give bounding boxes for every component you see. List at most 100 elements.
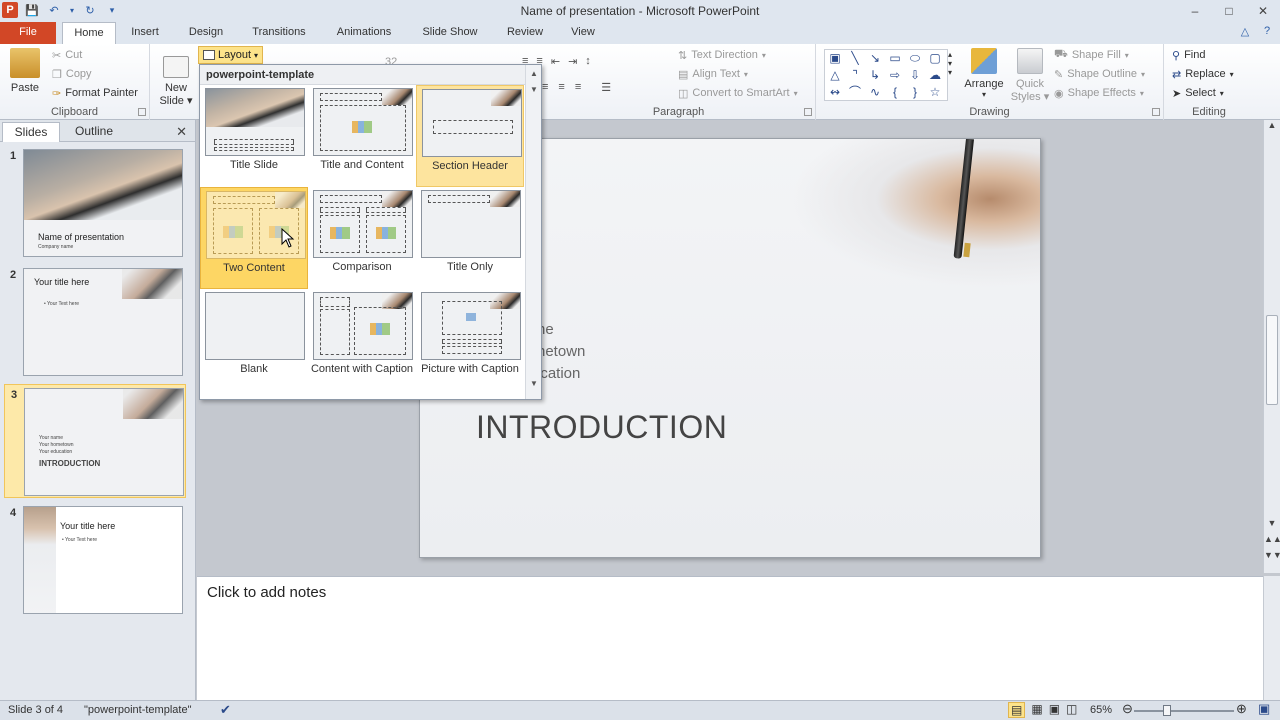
down-arrow-shape-icon[interactable]: ⇩ <box>905 67 925 84</box>
next-slide-icon[interactable]: ▼▼ <box>1264 550 1280 560</box>
arrange-button[interactable]: Arrange ▾ <box>962 48 1006 99</box>
minimize-button[interactable]: – <box>1178 0 1212 22</box>
tab-insert[interactable]: Insert <box>122 22 168 44</box>
tab-transitions[interactable]: Transitions <box>244 22 314 44</box>
increase-indent-icon[interactable]: ⇥ <box>568 55 577 68</box>
arrow-line-shape-icon[interactable]: ↘ <box>865 50 885 67</box>
slide-text-line[interactable]: netown <box>537 343 585 360</box>
tab-design[interactable]: Design <box>182 22 230 44</box>
decrease-indent-icon[interactable]: ⇤ <box>551 55 560 68</box>
help-icon[interactable]: ? <box>1260 25 1274 39</box>
zoom-slider-track[interactable] <box>1134 710 1234 712</box>
slide-heading[interactable]: INTRODUCTION <box>476 409 727 446</box>
layout-button[interactable]: Layout ▾ <box>198 46 264 64</box>
slide-text-line[interactable]: ication <box>537 365 580 382</box>
layout-picture-with-caption[interactable]: Picture with Caption <box>416 289 524 391</box>
tab-view[interactable]: View <box>560 22 606 44</box>
triangle-shape-icon[interactable]: △ <box>825 67 845 84</box>
new-slide-button[interactable]: New Slide ▾ <box>156 48 196 107</box>
right-arrow-shape-icon[interactable]: ⇨ <box>885 67 905 84</box>
right-brace-shape-icon[interactable]: } <box>905 84 925 101</box>
gallery-scrollbar[interactable]: ▲ ▼ ▼ <box>525 65 541 399</box>
elbow-connector-icon[interactable]: ⌝ <box>845 67 865 84</box>
notes-vertical-scrollbar[interactable] <box>1263 576 1280 700</box>
zoom-level[interactable]: 65% <box>1090 704 1112 716</box>
tab-home[interactable]: Home <box>62 22 116 44</box>
rounded-rect-shape-icon[interactable]: ▢ <box>925 50 945 67</box>
slide-thumbnail-1[interactable]: 1 Name of presentation Company name <box>4 146 186 260</box>
tab-file[interactable]: File <box>0 22 56 44</box>
paragraph-launcher-icon[interactable] <box>804 108 812 116</box>
line-shape-icon[interactable]: ╲ <box>845 50 865 67</box>
close-button[interactable]: ✕ <box>1246 0 1280 22</box>
scroll-up-icon[interactable]: ▲ <box>1264 120 1280 130</box>
tab-slides[interactable]: Slides <box>2 122 60 142</box>
cut-button[interactable]: ✂ Cut <box>52 46 82 64</box>
editor-vertical-scrollbar[interactable]: ▲ ▼ ▲▲ ▼▼ <box>1263 120 1280 573</box>
cloud-shape-icon[interactable]: ☁ <box>925 67 945 84</box>
freeform-shape-icon[interactable]: ∿ <box>865 84 885 101</box>
layout-section-header[interactable]: Section Header <box>416 85 524 187</box>
textbox-shape-icon[interactable]: ▣ <box>825 50 845 67</box>
notes-placeholder[interactable]: Click to add notes <box>207 584 326 601</box>
arc-shape-icon[interactable]: ⌒ <box>845 84 865 101</box>
scrollbar-thumb[interactable] <box>1266 315 1278 405</box>
zoom-in-icon[interactable]: ⊕ <box>1236 701 1247 717</box>
align-center-icon[interactable]: ≡ <box>542 81 548 93</box>
left-brace-shape-icon[interactable]: { <box>885 84 905 101</box>
clipboard-launcher-icon[interactable] <box>138 108 146 116</box>
slide-thumbnail-4[interactable]: 4 Your title here • Your Text here <box>4 503 186 617</box>
tab-slide-show[interactable]: Slide Show <box>414 22 486 44</box>
layout-comparison[interactable]: Comparison <box>308 187 416 289</box>
justify-icon[interactable]: ≡ <box>575 81 581 93</box>
columns-icon[interactable]: ☰ <box>601 81 611 94</box>
tab-review[interactable]: Review <box>500 22 550 44</box>
replace-button[interactable]: ⇄ Replace ▾ <box>1172 65 1234 83</box>
slide-thumbnail-2[interactable]: 2 Your title here • Your Text here <box>4 265 186 379</box>
quick-styles-button[interactable]: Quick Styles ▾ <box>1008 48 1052 103</box>
shapes-gallery[interactable]: ▣ ╲ ↘ ▭ ⬭ ▢ △ ⌝ ↳ ⇨ ⇩ ☁ ↭ ⌒ ∿ { } ☆ <box>824 49 948 101</box>
spell-check-icon[interactable]: ✔ <box>220 702 231 718</box>
star-shape-icon[interactable]: ☆ <box>925 84 945 101</box>
format-painter-button[interactable]: ✑ Format Painter <box>52 84 138 102</box>
copy-button[interactable]: ❐ Copy <box>52 65 92 83</box>
fit-to-window-icon[interactable]: ▣ <box>1258 701 1270 717</box>
previous-slide-icon[interactable]: ▲▲ <box>1264 534 1280 544</box>
normal-view-icon[interactable]: ▤ <box>1008 702 1026 718</box>
scroll-up-icon[interactable]: ▴ <box>948 50 952 59</box>
shape-fill-button[interactable]: ⛟ Shape Fill ▾ <box>1054 46 1129 64</box>
slide-sorter-icon[interactable]: ▦ <box>1031 702 1042 718</box>
tab-animations[interactable]: Animations <box>328 22 400 44</box>
scroll-down-icon[interactable]: ▼ <box>1264 518 1280 528</box>
slide-thumbnail-3[interactable]: 3 Your name Your hometown Your education… <box>4 384 186 498</box>
close-pane-icon[interactable]: ✕ <box>176 124 187 140</box>
zoom-slider-knob[interactable] <box>1163 705 1171 716</box>
layout-content-with-caption[interactable]: Content with Caption <box>308 289 416 391</box>
select-button[interactable]: ➤ Select ▾ <box>1172 84 1224 102</box>
maximize-button[interactable]: □ <box>1212 0 1246 22</box>
elbow-arrow-icon[interactable]: ↳ <box>865 67 885 84</box>
scroll-more-icon[interactable]: ▼ <box>526 379 542 388</box>
layout-title-slide[interactable]: Title Slide <box>200 85 308 187</box>
zoom-out-icon[interactable]: ⊖ <box>1122 701 1133 717</box>
minimize-ribbon-icon[interactable]: △ <box>1238 25 1252 39</box>
align-text-button[interactable]: ▤ Align Text ▾ <box>678 65 748 83</box>
align-right-icon[interactable]: ≡ <box>558 81 564 93</box>
slideshow-view-icon[interactable]: ◫ <box>1066 702 1077 718</box>
shape-outline-button[interactable]: ✎ Shape Outline ▾ <box>1054 65 1145 83</box>
find-button[interactable]: ⚲ Find <box>1172 46 1205 64</box>
line-spacing-icon[interactable]: ↕ <box>585 55 591 67</box>
reading-view-icon[interactable]: ▣ <box>1049 702 1060 718</box>
convert-smartart-button[interactable]: ◫ Convert to SmartArt ▾ <box>678 84 798 102</box>
scroll-up-icon[interactable]: ▲ <box>526 69 542 78</box>
shapes-scroll[interactable]: ▴ ▾ ▾ <box>948 50 952 77</box>
more-shapes-icon[interactable]: ▾ <box>948 68 952 77</box>
notes-pane[interactable]: Click to add notes <box>197 576 1263 700</box>
text-direction-button[interactable]: ⇅ Text Direction ▾ <box>678 46 766 64</box>
scroll-down-icon[interactable]: ▾ <box>948 59 952 68</box>
layout-title-only[interactable]: Title Only <box>416 187 524 289</box>
rectangle-shape-icon[interactable]: ▭ <box>885 50 905 67</box>
tab-outline[interactable]: Outline <box>64 122 124 142</box>
oval-shape-icon[interactable]: ⬭ <box>905 50 925 67</box>
curve-shape-icon[interactable]: ↭ <box>825 84 845 101</box>
